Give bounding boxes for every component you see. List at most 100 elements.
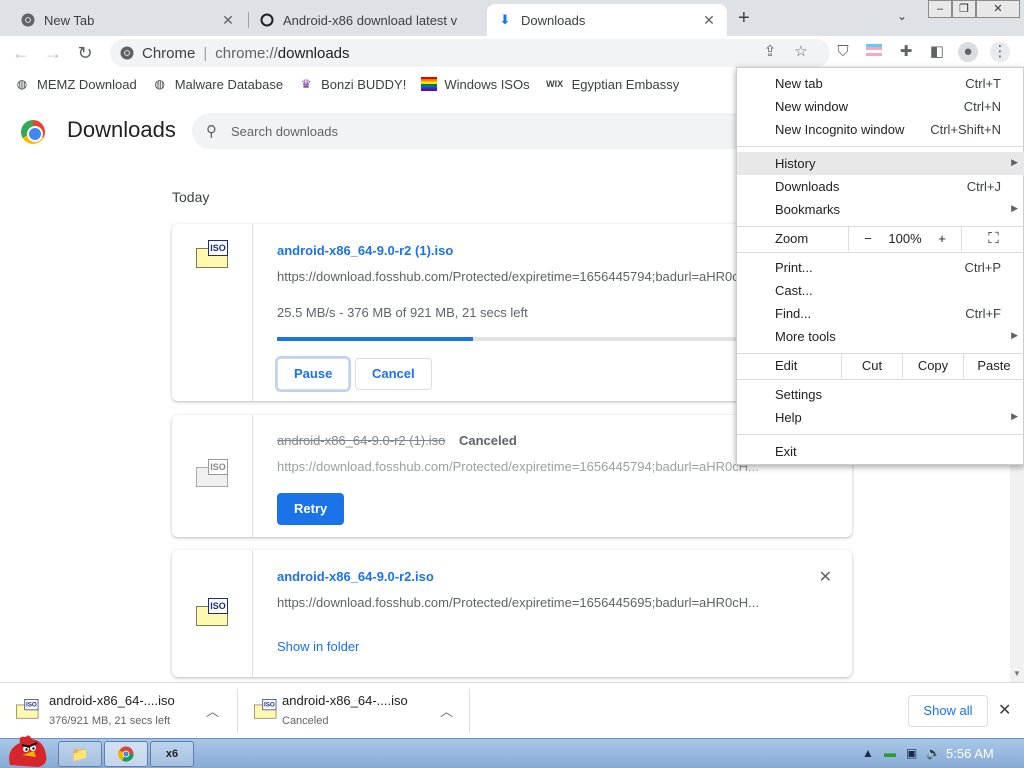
bookmark-star-icon[interactable]: ☆	[791, 42, 811, 62]
omnibox-separator: |	[203, 44, 208, 62]
download-progress-text: 25.5 MB/s - 376 MB of 921 MB, 21 secs le…	[277, 305, 528, 320]
bookmark-egyptian-embassy[interactable]: WIX Egyptian Embassy	[545, 76, 679, 92]
extensions-puzzle-icon[interactable]: ✚	[896, 42, 916, 62]
scroll-down-icon[interactable]: ▼	[1013, 669, 1021, 678]
download-status: Canceled	[459, 433, 517, 448]
zoom-out-button[interactable]: −	[849, 227, 887, 251]
menu-item-label: History	[775, 156, 816, 171]
download-file-name[interactable]: android-x86_64-9.0-r2.iso	[277, 569, 434, 584]
bookmark-memz[interactable]: ◍ MEMZ Download	[14, 76, 137, 92]
close-tab-icon[interactable]: ✕	[701, 12, 717, 29]
back-icon[interactable]: ←	[10, 42, 32, 64]
ublock-icon[interactable]: ⛉	[833, 42, 853, 62]
tray-arrow-icon[interactable]: ▲	[862, 746, 874, 760]
taskbar-clock[interactable]: 5:56 AM	[946, 746, 994, 761]
chevron-up-icon[interactable]: ︿	[440, 701, 453, 720]
tab-search-icon[interactable]: ⌄	[897, 9, 907, 23]
tray-battery-icon[interactable]: ▬	[884, 746, 896, 760]
menu-item-bookmarks[interactable]: Bookmarks ▶	[737, 198, 1024, 221]
menu-item-print[interactable]: Print... Ctrl+P	[737, 256, 1024, 279]
taskbar-app-icon[interactable]: x6	[150, 741, 194, 767]
bookmark-bonzi[interactable]: ♛ Bonzi BUDDY!	[298, 76, 407, 92]
reload-icon[interactable]: ↻	[74, 42, 96, 64]
menu-item-find[interactable]: Find... Ctrl+F	[737, 302, 1024, 325]
new-tab-button[interactable]: +	[738, 7, 750, 30]
menu-item-new-tab[interactable]: New tab Ctrl+T	[737, 72, 1024, 95]
menu-item-label: Downloads	[775, 179, 840, 194]
download-url[interactable]: https://download.fosshub.com/Protected/e…	[277, 269, 767, 284]
menu-item-cast[interactable]: Cast...	[737, 279, 1024, 302]
menu-item-new-window[interactable]: New window Ctrl+N	[737, 95, 1024, 118]
pause-button[interactable]: Pause	[277, 358, 350, 390]
download-icon: ⬇	[499, 12, 511, 27]
menu-item-label: Help	[775, 410, 802, 425]
minimize-icon[interactable]: –	[928, 0, 952, 18]
menu-shortcut: Ctrl+Shift+N	[930, 122, 1001, 137]
wix-icon: WIX	[546, 79, 564, 89]
rainbow-flag-icon	[421, 76, 438, 92]
taskbar-chrome-icon[interactable]	[104, 741, 148, 767]
shelf-file-name: android-x86_64-....iso	[282, 693, 408, 708]
search-input[interactable]	[231, 123, 631, 139]
show-in-folder-link[interactable]: Show in folder	[277, 639, 359, 654]
bookmark-windows-isos[interactable]: Windows ISOs	[421, 76, 530, 92]
share-icon[interactable]: ⇪	[760, 42, 780, 62]
iso-file-icon: ISO	[196, 459, 228, 487]
bookmark-label: Windows ISOs	[444, 76, 530, 92]
forward-icon[interactable]: →	[42, 42, 64, 64]
menu-separator	[737, 379, 1024, 380]
tab-downloads[interactable]: ⬇ Downloads ✕	[487, 4, 727, 36]
submenu-arrow-icon: ▶	[1011, 411, 1018, 421]
remove-from-list-icon[interactable]: ✕	[819, 567, 832, 587]
cut-button[interactable]: Cut	[842, 354, 902, 378]
shelf-file-status: 376/921 MB, 21 secs left	[49, 715, 171, 727]
bookmark-malware-database[interactable]: ◍ Malware Database	[152, 76, 283, 92]
taskbar-explorer-icon[interactable]: 📁	[58, 741, 102, 767]
bookmark-label: Bonzi BUDDY!	[321, 76, 407, 92]
omnibox-url-host: downloads	[277, 44, 350, 62]
shelf-divider	[469, 689, 470, 733]
show-all-button[interactable]: Show all	[908, 695, 988, 727]
close-window-icon[interactable]: ✕	[976, 0, 1020, 18]
menu-item-help[interactable]: Help ▶	[737, 406, 1024, 429]
iso-file-icon: ISO	[196, 598, 228, 626]
menu-item-downloads[interactable]: Downloads Ctrl+J	[737, 175, 1024, 198]
iso-file-icon: ISO	[254, 699, 277, 719]
download-url: https://download.fosshub.com/Protected/e…	[277, 459, 760, 474]
menu-shortcut: Ctrl+P	[964, 260, 1001, 275]
tray-network-icon[interactable]: ▣	[906, 746, 917, 760]
angry-bird-start-icon[interactable]	[4, 731, 50, 768]
menu-item-history[interactable]: History ▶	[737, 152, 1024, 175]
retry-button[interactable]: Retry	[277, 493, 345, 525]
tray-volume-icon[interactable]: 🔈	[926, 746, 941, 760]
tab-new-tab[interactable]: New Tab ✕	[10, 4, 246, 36]
paste-button[interactable]: Paste	[964, 354, 1024, 378]
download-progress-fill	[277, 337, 473, 341]
cancel-button[interactable]: Cancel	[355, 358, 432, 390]
zoom-in-button[interactable]: +	[927, 227, 957, 251]
close-shelf-icon[interactable]: ✕	[998, 700, 1011, 720]
search-icon: ⚲	[206, 123, 217, 140]
close-tab-icon[interactable]: ✕	[220, 12, 236, 29]
menu-item-settings[interactable]: Settings	[737, 383, 1024, 406]
maximize-icon[interactable]: ❐	[952, 0, 976, 18]
menu-item-more-tools[interactable]: More tools ▶	[737, 325, 1024, 348]
chevron-up-icon[interactable]: ︿	[206, 701, 219, 720]
profile-avatar-icon[interactable]: ●	[958, 42, 978, 62]
menu-kebab-icon[interactable]: ⋮	[990, 42, 1010, 62]
iso-file-icon: ISO	[196, 240, 228, 268]
fullscreen-icon[interactable]: ⛶	[962, 227, 1024, 251]
shelf-item[interactable]: ISO android-x86_64-....iso Canceled ︿	[238, 683, 468, 739]
extension-flag-icon[interactable]	[864, 42, 884, 62]
side-panel-icon[interactable]: ◧	[927, 42, 947, 62]
search-downloads-box[interactable]: ⚲	[192, 113, 752, 149]
download-file-name[interactable]: android-x86_64-9.0-r2 (1).iso	[277, 243, 453, 258]
menu-item-label: Settings	[775, 387, 822, 402]
tab-android-x86[interactable]: Android-x86 download latest v	[249, 4, 485, 36]
menu-item-exit[interactable]: Exit	[737, 440, 1024, 463]
menu-item-new-incognito[interactable]: New Incognito window Ctrl+Shift+N	[737, 118, 1024, 141]
address-bar[interactable]: Chrome | chrome://downloads	[110, 39, 830, 67]
download-url[interactable]: https://download.fosshub.com/Protected/e…	[277, 595, 767, 610]
tab-title: New Tab	[44, 12, 95, 28]
copy-button[interactable]: Copy	[903, 354, 963, 378]
